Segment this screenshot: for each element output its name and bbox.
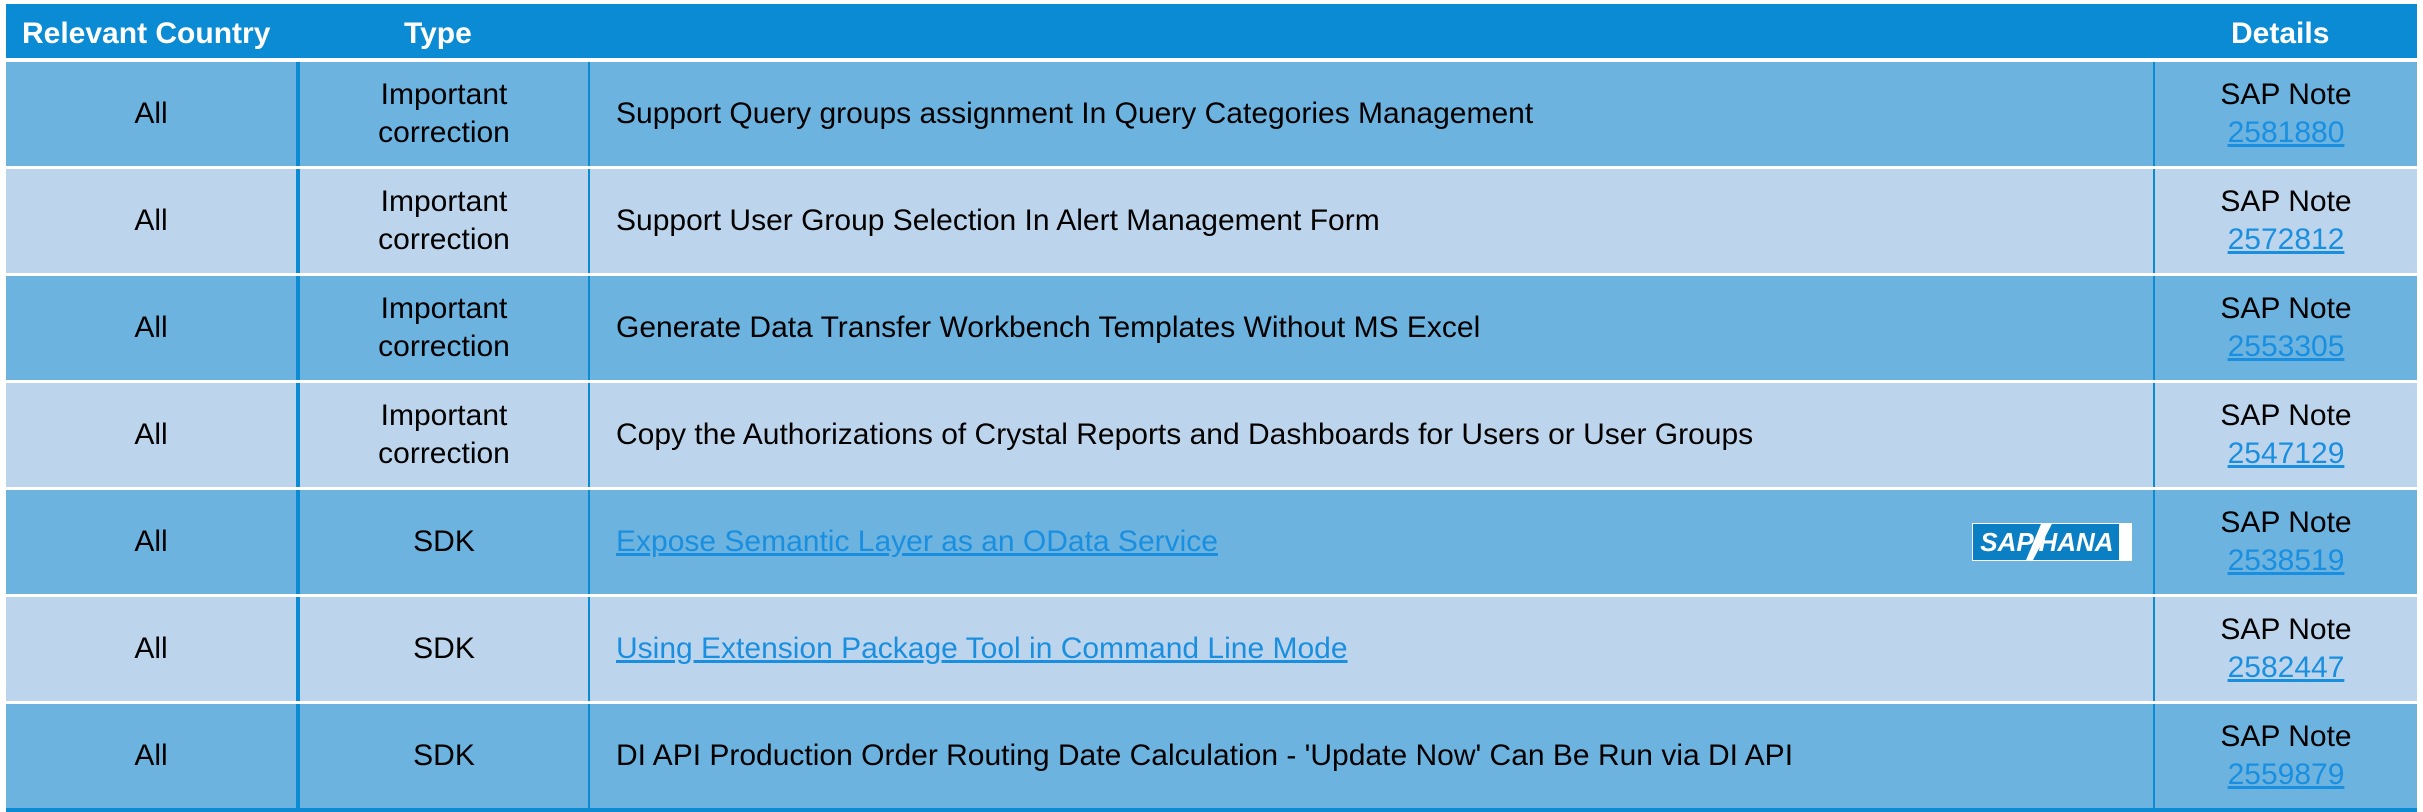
country-cell: All xyxy=(134,632,168,665)
type-line-1: SDK xyxy=(413,632,475,665)
type-cell: SDK xyxy=(300,490,588,594)
description-cell: DI API Production Order Routing Date Cal… xyxy=(590,704,2152,808)
sap-note-link[interactable]: 2553305 xyxy=(2228,328,2345,366)
header-details: Details xyxy=(2231,17,2330,50)
details-label: SAP Note xyxy=(2220,720,2352,753)
type-line-1: SDK xyxy=(413,525,475,558)
details-cell: SAP Note 2559879 xyxy=(2155,704,2417,808)
table-row: All SDK Using Extension Package Tool in … xyxy=(6,597,2417,701)
header-type: Type xyxy=(404,17,472,50)
country-cell: All xyxy=(134,97,168,130)
sap-hana-logo: SAP HANA xyxy=(1972,523,2132,561)
hana-logo-text: HANA xyxy=(2033,524,2119,560)
type-line-1: Important xyxy=(380,78,508,111)
type-line-1: Important xyxy=(380,399,508,432)
type-cell: Important correction xyxy=(300,169,588,273)
description-text: Generate Data Transfer Workbench Templat… xyxy=(616,311,1481,344)
type-line-1: SDK xyxy=(413,739,475,772)
details-label: SAP Note xyxy=(2220,185,2352,218)
details-cell: SAP Note 2547129 xyxy=(2155,383,2417,487)
description-text: DI API Production Order Routing Date Cal… xyxy=(616,739,1794,772)
table-row: All Important correction Support Query g… xyxy=(6,62,2417,166)
sap-note-link[interactable]: 2538519 xyxy=(2228,542,2345,580)
sap-note-link[interactable]: 2581880 xyxy=(2228,114,2345,152)
type-cell: Important correction xyxy=(300,62,588,166)
country-cell: All xyxy=(134,311,168,344)
type-cell: SDK xyxy=(300,597,588,701)
details-cell: SAP Note 2581880 xyxy=(2155,62,2417,166)
details-label: SAP Note xyxy=(2220,399,2352,432)
description-text: Copy the Authorizations of Crystal Repor… xyxy=(616,418,1754,451)
description-text: Support User Group Selection In Alert Ma… xyxy=(616,204,1380,237)
details-cell: SAP Note 2572812 xyxy=(2155,169,2417,273)
table-row: All Important correction Copy the Author… xyxy=(6,383,2417,487)
type-line-1: Important xyxy=(380,292,508,325)
description-link[interactable]: Using Extension Package Tool in Command … xyxy=(616,632,1348,666)
type-cell: Important correction xyxy=(300,383,588,487)
country-cell: All xyxy=(134,204,168,237)
header-relevant-country: Relevant Country xyxy=(22,17,271,50)
description-cell: Generate Data Transfer Workbench Templat… xyxy=(590,276,2152,380)
table-row: All SDK DI API Production Order Routing … xyxy=(6,704,2417,808)
description-link[interactable]: Expose Semantic Layer as an OData Servic… xyxy=(616,525,1218,559)
table-row: All Important correction Support User Gr… xyxy=(6,169,2417,273)
type-cell: Important correction xyxy=(300,276,588,380)
sap-note-link[interactable]: 2559879 xyxy=(2228,756,2345,794)
type-line-2: correction xyxy=(378,330,510,363)
country-cell: All xyxy=(134,525,168,558)
sap-notes-table: Relevant Country Type Details All Import… xyxy=(6,4,2417,812)
type-line-2: correction xyxy=(378,437,510,470)
details-label: SAP Note xyxy=(2220,506,2352,539)
details-cell: SAP Note 2538519 xyxy=(2155,490,2417,594)
details-label: SAP Note xyxy=(2220,613,2352,646)
type-line-2: correction xyxy=(378,223,510,256)
description-cell: Support Query groups assignment In Query… xyxy=(590,62,2152,166)
details-cell: SAP Note 2582447 xyxy=(2155,597,2417,701)
sap-note-link[interactable]: 2547129 xyxy=(2228,435,2345,473)
table-row: All Important correction Generate Data T… xyxy=(6,276,2417,380)
details-label: SAP Note xyxy=(2220,292,2352,325)
type-line-1: Important xyxy=(380,185,508,218)
sap-note-link[interactable]: 2572812 xyxy=(2228,221,2345,259)
description-cell: Using Extension Package Tool in Command … xyxy=(590,597,2152,701)
country-cell: All xyxy=(134,739,168,772)
description-cell: Support User Group Selection In Alert Ma… xyxy=(590,169,2152,273)
description-text: Support Query groups assignment In Query… xyxy=(616,97,1534,130)
sap-note-link[interactable]: 2582447 xyxy=(2228,649,2345,687)
type-line-2: correction xyxy=(378,116,510,149)
table-header: Relevant Country Type Details xyxy=(6,4,2417,58)
table-row: All SDK Expose Semantic Layer as an ODat… xyxy=(6,490,2417,594)
description-cell: Expose Semantic Layer as an OData Servic… xyxy=(590,490,2152,594)
type-cell: SDK xyxy=(300,704,588,808)
details-label: SAP Note xyxy=(2220,78,2352,111)
country-cell: All xyxy=(134,418,168,451)
description-cell: Copy the Authorizations of Crystal Repor… xyxy=(590,383,2152,487)
sap-logo-text: SAP xyxy=(1973,524,2041,560)
details-cell: SAP Note 2553305 xyxy=(2155,276,2417,380)
